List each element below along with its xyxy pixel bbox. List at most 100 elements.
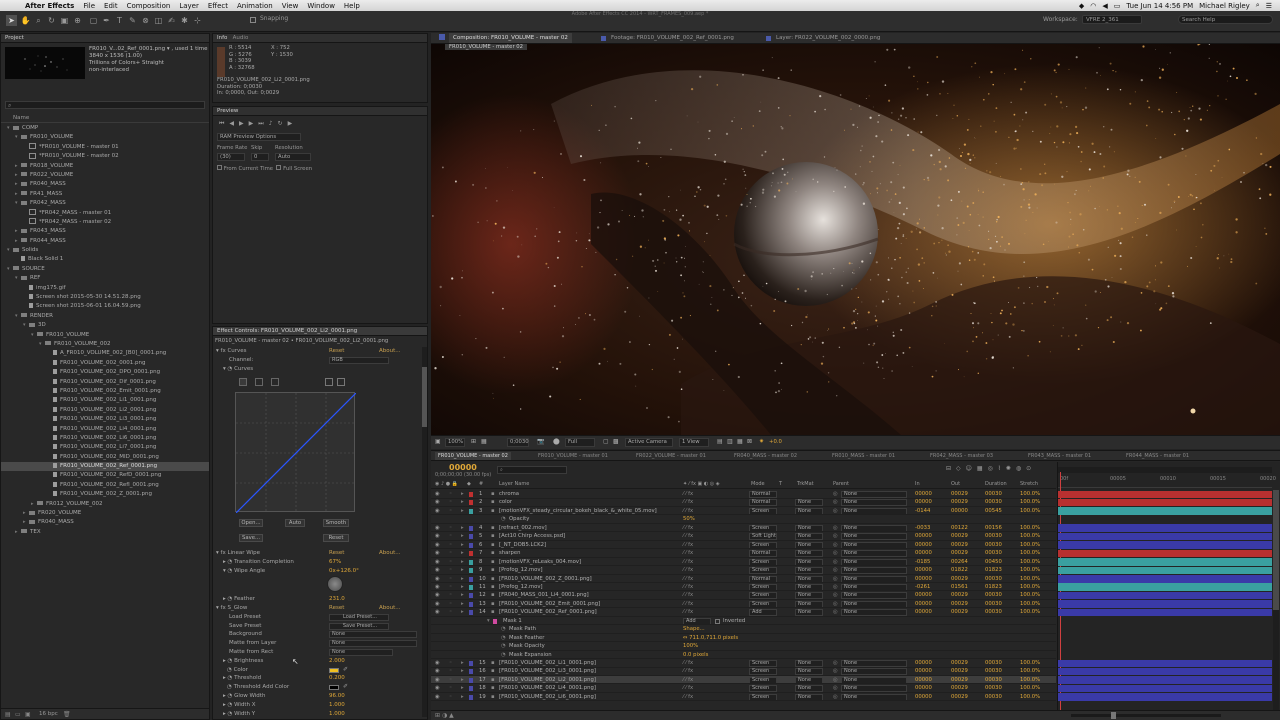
in-point[interactable]: 00000: [915, 693, 932, 701]
parent-pickwhip-icon[interactable]: ◎: [833, 591, 838, 599]
solo-toggle-icon[interactable]: ◦: [449, 667, 452, 675]
solo-toggle-icon[interactable]: ◦: [449, 591, 452, 599]
stretch[interactable]: 100.0%: [1020, 693, 1040, 701]
out-point[interactable]: 00029: [951, 549, 968, 557]
in-point[interactable]: 00000: [915, 490, 932, 498]
toggle-switches-icon[interactable]: ⊞: [435, 712, 440, 719]
duration[interactable]: 01823: [985, 566, 1002, 574]
out-point[interactable]: 00029: [951, 676, 968, 684]
project-file[interactable]: FR010_VOLUME_002_Ref_0001.png: [1, 462, 209, 472]
parent-pickwhip-icon[interactable]: ◎: [833, 507, 838, 515]
layer-name[interactable]: [_NT_DOB5.LCK2]: [499, 541, 546, 549]
label-color[interactable]: [469, 601, 473, 607]
in-point[interactable]: 00000: [915, 676, 932, 684]
project-folder[interactable]: ▸ FR040_MASS: [1, 180, 209, 189]
glow-header[interactable]: ▾ fx S_Glow Reset About...: [213, 604, 421, 613]
mode-select[interactable]: Screen: [749, 524, 777, 532]
mode-select[interactable]: Screen: [749, 693, 777, 701]
project-file[interactable]: FR010_VOLUME_002_Li2_0001.png: [1, 406, 209, 415]
duration[interactable]: 00030: [985, 591, 1002, 599]
dropbox-icon[interactable]: ◆: [1079, 2, 1084, 10]
in-point[interactable]: -0144: [915, 507, 930, 515]
clone-tool-icon[interactable]: ⊗: [140, 15, 151, 26]
matte-rect-select[interactable]: None: [329, 648, 393, 656]
out-point[interactable]: 01822: [951, 566, 968, 574]
expand-triangle-icon[interactable]: ▸: [461, 608, 464, 616]
layer-row[interactable]: ◉ ◦ ▸ 17 ▪ [FR010_VOLUME_002_Li2_0001.png] ⁄ ⁄…: [431, 675, 1056, 685]
brightness-value[interactable]: 2.000: [329, 657, 345, 666]
type-tool-icon[interactable]: T: [114, 15, 125, 26]
layer-row[interactable]: ◉ ◦ ▸ 3 ▪ [motionVFX_steady_circular_bokeh_bl…: [431, 507, 1056, 516]
zoom-slider[interactable]: [1071, 712, 1221, 719]
stretch[interactable]: 100.0%: [1020, 507, 1040, 515]
layer-row[interactable]: ◉ ◦ ▸ 4 ▪ [refract_002.mov] ⁄ ⁄ fx Screen None ◎ N…: [431, 524, 1056, 533]
menu-edit[interactable]: Edit: [104, 2, 118, 10]
layer-row[interactable]: ◉ ◦ ▸ 16 ▪ [FR010_VOLUME_002_Li3_0001.png] ⁄ ⁄…: [431, 667, 1056, 676]
label-color[interactable]: [469, 500, 473, 506]
rotate-tool-icon[interactable]: ↻: [46, 15, 57, 26]
project-folder[interactable]: ▸ FR012_VOLUME_002: [1, 500, 209, 509]
project-file[interactable]: FR010_VOLUME_002_RefI_0001.png: [1, 481, 209, 490]
out-point[interactable]: 00029: [951, 608, 968, 616]
out-point[interactable]: 00029: [951, 684, 968, 692]
resolution-dropdown[interactable]: Full: [565, 438, 595, 447]
project-comp[interactable]: *FR010_VOLUME - master 02: [1, 152, 209, 161]
visibility-toggle-icon[interactable]: ◉: [435, 693, 440, 701]
project-folder[interactable]: ▸ FR044_MASS: [1, 237, 209, 246]
curve-type-icon[interactable]: [270, 378, 279, 386]
always-preview-icon[interactable]: ▣: [435, 436, 441, 448]
expand-triangle-icon[interactable]: ▸: [461, 566, 464, 574]
col-stretch[interactable]: Stretch: [1020, 481, 1038, 488]
stretch[interactable]: 100.0%: [1020, 676, 1040, 684]
project-file[interactable]: FR010_VOLUME_002_Li7_0001.png: [1, 443, 209, 452]
tab-footage[interactable]: Footage: FR010_VOLUME_002_Ref_0001.png: [611, 33, 734, 43]
brainstorm-icon[interactable]: ✺: [1006, 465, 1016, 472]
visibility-toggle-icon[interactable]: ◉: [435, 600, 440, 608]
new-folder-icon[interactable]: ▭: [15, 711, 21, 718]
expand-triangle-icon[interactable]: ▸: [461, 498, 464, 506]
solo-toggle-icon[interactable]: ◦: [449, 490, 452, 498]
parent-select[interactable]: None: [841, 685, 907, 692]
parent-select[interactable]: None: [841, 660, 907, 667]
property-value[interactable]: Shape...: [683, 625, 705, 633]
layer-name[interactable]: [FR010_VOLUME_002_Li3_0001.png]: [499, 667, 596, 675]
mode-select[interactable]: Normal: [749, 550, 777, 557]
effects-scrollbar[interactable]: [422, 347, 427, 717]
project-folder[interactable]: ▾ RENDER: [1, 312, 209, 321]
effect-controls-tab[interactable]: Effect Controls: FR010_VOLUME_002_Li2_00…: [217, 328, 357, 334]
curves-auto-button[interactable]: Auto: [285, 519, 305, 527]
out-point[interactable]: 01561: [951, 583, 968, 591]
visibility-toggle-icon[interactable]: ◉: [435, 583, 440, 591]
glow-width-value[interactable]: 96.00: [329, 692, 345, 701]
layer-property-row[interactable]: ◔ Mask Expansion 0.0 pixels: [431, 651, 1056, 660]
project-folder[interactable]: ▾ FR010_VOLUME: [1, 331, 209, 340]
puppet-pin-icon[interactable]: ✱: [179, 15, 190, 26]
duration[interactable]: 00545: [985, 507, 1002, 515]
layer-duration-bar[interactable]: [1058, 591, 1272, 600]
mode-select[interactable]: Normal: [749, 575, 777, 583]
in-point[interactable]: 00000: [915, 591, 932, 599]
time-ruler[interactable]: 00f 00005 00010 00015 00020: [1058, 474, 1276, 488]
expand-triangle-icon[interactable]: ▸: [461, 558, 464, 566]
expand-triangle-icon[interactable]: ▸: [461, 583, 464, 591]
channel-icon[interactable]: ⬤: [553, 436, 560, 448]
mode-select[interactable]: Normal: [749, 499, 777, 506]
layer-row[interactable]: ◉ ◦ ▸ 7 ▪ sharpen ⁄ ⁄ fx Normal None ◎ None 00000 00…: [431, 549, 1056, 558]
project-file[interactable]: A_FR010_VOLUME_002_[B0]_0001.png: [1, 349, 209, 358]
project-file[interactable]: FR010_VOLUME_002_DPO_0001.png: [1, 368, 209, 377]
next-frame-icon[interactable]: ▶: [249, 120, 259, 127]
menu-view[interactable]: View: [282, 2, 299, 10]
solo-toggle-icon[interactable]: ◦: [449, 532, 452, 540]
timeline-tab[interactable]: FR043_MASS - master 01: [1025, 452, 1094, 460]
new-comp-icon[interactable]: ▣: [25, 711, 31, 718]
label-color[interactable]: [469, 677, 473, 683]
layer-property-row[interactable]: ◔ Mask Feather ⇔ 711.0,711.0 pixels: [431, 634, 1056, 643]
layer-name[interactable]: color: [499, 498, 512, 506]
layer-name[interactable]: [Profog_12.mov]: [499, 566, 543, 574]
stretch[interactable]: 100.0%: [1020, 667, 1040, 675]
notification-icon[interactable]: ☰: [1266, 2, 1272, 10]
load-preset-button[interactable]: Load Preset...: [329, 613, 389, 621]
trkmat-select[interactable]: None: [795, 499, 823, 506]
layer-switches[interactable]: ⁄ ⁄ fx: [683, 659, 693, 667]
work-area-bar[interactable]: [1058, 467, 1272, 473]
